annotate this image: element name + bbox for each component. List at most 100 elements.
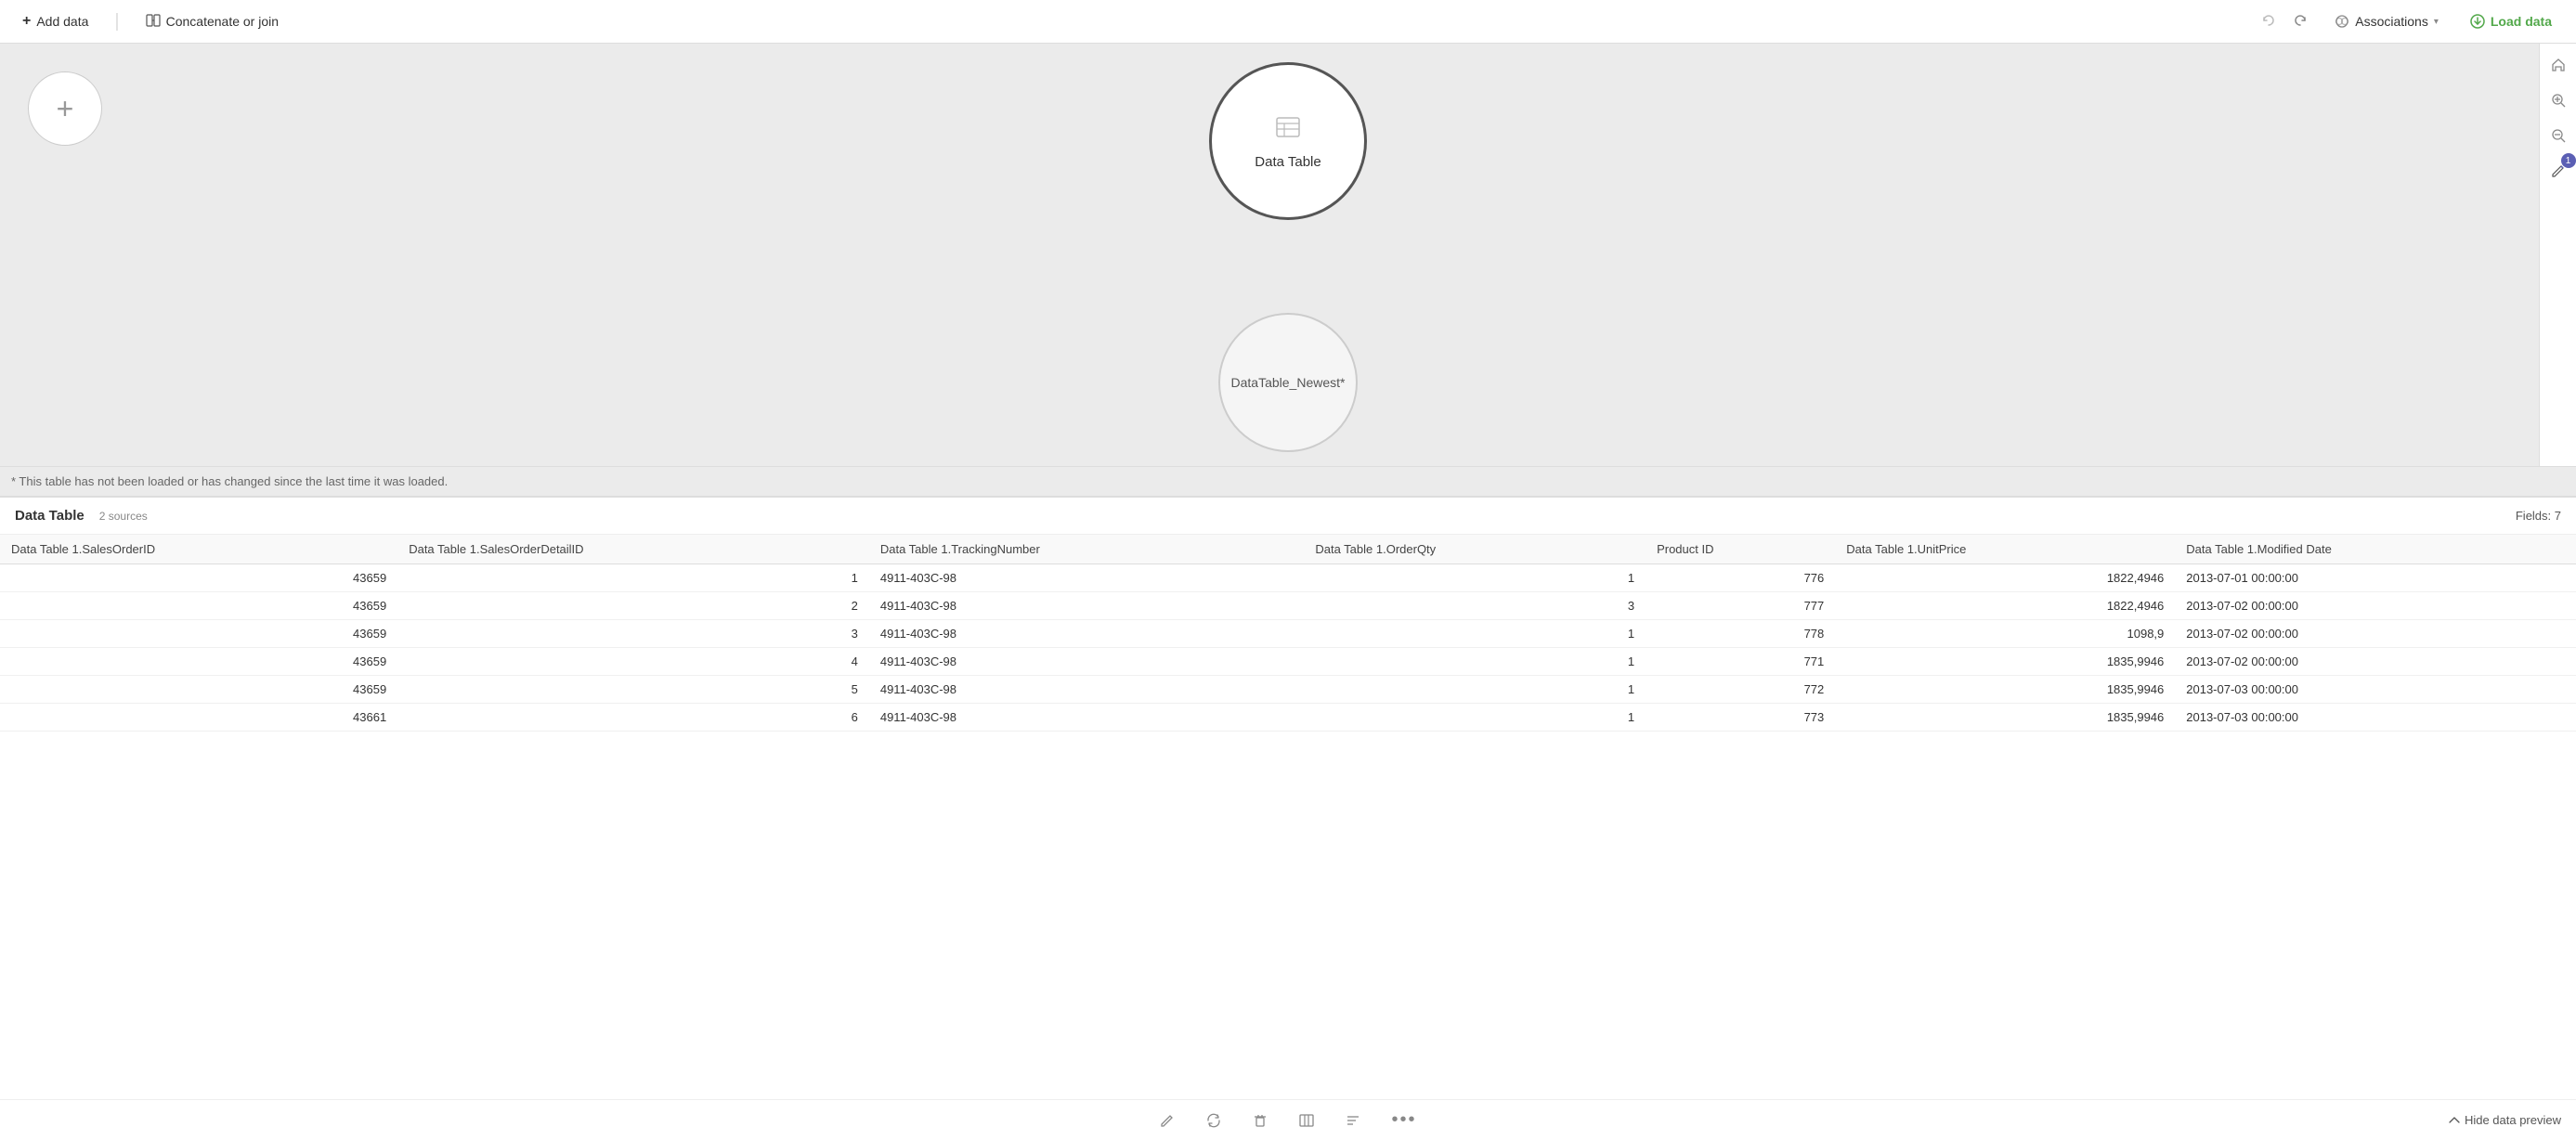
- load-data-button[interactable]: Load data: [2461, 10, 2561, 32]
- sort-tool-button[interactable]: [1339, 1107, 1367, 1134]
- table-cell: 777: [1646, 592, 1835, 620]
- divider: |: [114, 11, 119, 32]
- table-cell: 43659: [0, 564, 397, 592]
- table-cell: 1835,9946: [1835, 648, 2175, 676]
- load-data-label: Load data: [2491, 14, 2552, 29]
- table-cell: 776: [1646, 564, 1835, 592]
- table-header-row: Data Table 1.SalesOrderID Data Table 1.S…: [0, 535, 2576, 564]
- table-cell: 1822,4946: [1835, 564, 2175, 592]
- table-cell: 1: [397, 564, 869, 592]
- table-cell: 2013-07-01 00:00:00: [2175, 564, 2576, 592]
- table-cell: 43659: [0, 592, 397, 620]
- table-cell: 1: [1304, 620, 1646, 648]
- table-cell: 43659: [0, 676, 397, 704]
- add-data-label: Add data: [36, 14, 88, 29]
- table-cell: 778: [1646, 620, 1835, 648]
- associations-label: Associations: [2355, 14, 2428, 29]
- preview-title: Data Table: [15, 508, 85, 524]
- table-row: 4366164911-403C-9817731835,99462013-07-0…: [0, 704, 2576, 732]
- fields-count: Fields: 7: [2516, 509, 2561, 523]
- newest-table-node[interactable]: DataTable_Newest*: [1218, 313, 1358, 452]
- table-cell: 2013-07-02 00:00:00: [2175, 648, 2576, 676]
- col-sales-order-id: Data Table 1.SalesOrderID: [0, 535, 397, 564]
- table-row: 4365934911-403C-9817781098,92013-07-02 0…: [0, 620, 2576, 648]
- table-cell: 1835,9946: [1835, 676, 2175, 704]
- table-cell: 2013-07-03 00:00:00: [2175, 676, 2576, 704]
- hide-preview-label: Hide data preview: [2465, 1113, 2561, 1127]
- toolbar-right: Associations ▾ Load data: [2257, 9, 2561, 33]
- undo-redo-group: [2257, 9, 2312, 33]
- table-cell: 6: [397, 704, 869, 732]
- table-row: 4365944911-403C-9817711835,99462013-07-0…: [0, 648, 2576, 676]
- home-button[interactable]: [2544, 51, 2572, 79]
- table-cell: 5: [397, 676, 869, 704]
- table-cell: 1822,4946: [1835, 592, 2175, 620]
- table-cell: 4911-403C-98: [869, 620, 1305, 648]
- table-cell: 772: [1646, 676, 1835, 704]
- zoom-out-button[interactable]: [2544, 122, 2572, 149]
- sources-badge: 2 sources: [99, 510, 148, 523]
- preview-header: Data Table 2 sources Fields: 7: [0, 498, 2576, 535]
- more-icon: •••: [1391, 1109, 1416, 1131]
- table-cell: 3: [1304, 592, 1646, 620]
- zoom-in-button[interactable]: [2544, 86, 2572, 114]
- table-node-icon: [1273, 112, 1303, 149]
- table-cell: 2013-07-02 00:00:00: [2175, 592, 2576, 620]
- refresh-tool-button[interactable]: [1200, 1107, 1228, 1134]
- col-order-qty: Data Table 1.OrderQty: [1304, 535, 1646, 564]
- canvas-note: * This table has not been loaded or has …: [0, 466, 2576, 496]
- associations-chevron: ▾: [2434, 17, 2439, 27]
- table-cell: 1: [1304, 648, 1646, 676]
- newest-table-label: DataTable_Newest*: [1231, 375, 1346, 390]
- col-modified-date: Data Table 1.Modified Date: [2175, 535, 2576, 564]
- table-cell: 1: [1304, 704, 1646, 732]
- table-cell: 43659: [0, 648, 397, 676]
- table-cell: 3: [397, 620, 869, 648]
- edit-button[interactable]: 1: [2544, 157, 2572, 185]
- table-cell: 1: [1304, 676, 1646, 704]
- table-row: 4365954911-403C-9817721835,99462013-07-0…: [0, 676, 2576, 704]
- delete-tool-button[interactable]: [1246, 1107, 1274, 1134]
- table-cell: 2013-07-02 00:00:00: [2175, 620, 2576, 648]
- table-cell: 43661: [0, 704, 397, 732]
- data-preview-panel: Data Table 2 sources Fields: 7 Data Tabl…: [0, 496, 2576, 1140]
- edit-badge: 1: [2561, 153, 2576, 168]
- concatenate-button[interactable]: Concatenate or join: [138, 9, 286, 34]
- table-cell: 2013-07-03 00:00:00: [2175, 704, 2576, 732]
- undo-button[interactable]: [2257, 9, 2281, 33]
- table-cell: 773: [1646, 704, 1835, 732]
- more-tool-button[interactable]: •••: [1386, 1104, 1422, 1136]
- col-tracking-number: Data Table 1.TrackingNumber: [869, 535, 1305, 564]
- columns-tool-button[interactable]: [1293, 1107, 1321, 1134]
- table-row: 4365914911-403C-9817761822,49462013-07-0…: [0, 564, 2576, 592]
- redo-button[interactable]: [2288, 9, 2312, 33]
- col-product-id: Product ID: [1646, 535, 1835, 564]
- table-cell: 43659: [0, 620, 397, 648]
- table-cell: 771: [1646, 648, 1835, 676]
- table-cell: 4911-403C-98: [869, 564, 1305, 592]
- add-node-button[interactable]: +: [28, 71, 102, 146]
- col-unit-price: Data Table 1.UnitPrice: [1835, 535, 2175, 564]
- hide-preview-button[interactable]: Hide data preview: [2448, 1113, 2561, 1127]
- table-cell: 4911-403C-98: [869, 676, 1305, 704]
- table-row: 4365924911-403C-9837771822,49462013-07-0…: [0, 592, 2576, 620]
- canvas-right-sidebar: 1: [2539, 44, 2576, 466]
- plus-icon: +: [22, 13, 31, 30]
- table-cell: 1098,9: [1835, 620, 2175, 648]
- preview-title-group: Data Table 2 sources: [15, 508, 148, 524]
- edit-tool-button[interactable]: [1153, 1107, 1181, 1134]
- table-cell: 1: [1304, 564, 1646, 592]
- add-data-button[interactable]: + Add data: [15, 9, 96, 33]
- concatenate-icon: [146, 13, 161, 31]
- data-table-wrapper[interactable]: Data Table 1.SalesOrderID Data Table 1.S…: [0, 535, 2576, 1099]
- concatenate-label: Concatenate or join: [166, 14, 279, 29]
- data-table: Data Table 1.SalesOrderID Data Table 1.S…: [0, 535, 2576, 732]
- table-cell: 4: [397, 648, 869, 676]
- canvas-area: + Data Table DataTable_Newest* 1: [0, 44, 2576, 466]
- main-toolbar: + Add data | Concatenate or join: [0, 0, 2576, 44]
- col-sales-order-detail-id: Data Table 1.SalesOrderDetailID: [397, 535, 869, 564]
- table-cell: 1835,9946: [1835, 704, 2175, 732]
- note-text: * This table has not been loaded or has …: [11, 474, 448, 488]
- associations-button[interactable]: Associations ▾: [2327, 10, 2446, 32]
- data-table-node[interactable]: Data Table: [1209, 62, 1367, 220]
